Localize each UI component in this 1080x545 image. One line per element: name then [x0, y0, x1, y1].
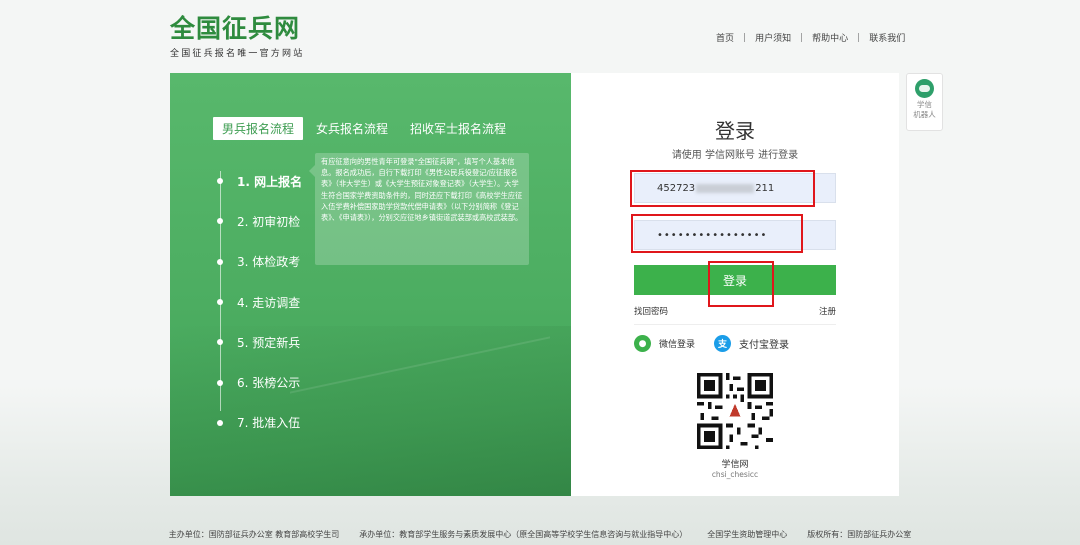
robot-label-line2: 机器人: [913, 110, 936, 119]
step-label: 5. 预定新兵: [237, 335, 301, 350]
qr-code[interactable]: [697, 373, 773, 449]
top-nav: 首页 | 用户须知 | 帮助中心 | 联系我们: [716, 31, 905, 45]
robot-icon: [915, 79, 934, 98]
step-label: 2. 初审初检: [237, 214, 301, 229]
footer-copyright: 版权所有：国防部征兵办公室: [807, 530, 912, 539]
forgot-password-link[interactable]: 找回密码: [634, 305, 668, 317]
wechat-login-label: 微信登录: [659, 340, 696, 350]
process-tabs: 男兵报名流程 女兵报名流程 招收军士报名流程: [213, 117, 519, 140]
step-dot: [217, 379, 223, 386]
step-reserve-recruit[interactable]: 5. 预定新兵: [217, 322, 302, 362]
login-title: 登录: [715, 119, 755, 143]
nav-separator: |: [857, 32, 861, 43]
step-label: 7. 批准入伍: [237, 416, 301, 431]
tab-male-process[interactable]: 男兵报名流程: [213, 117, 304, 140]
login-subtitle: 请使用 学信网账号 进行登录: [671, 150, 799, 161]
wechat-login-button[interactable]: ● 微信登录: [634, 335, 695, 352]
footer-aid-center: 全国学生资助管理中心: [707, 530, 788, 539]
nav-separator: |: [743, 32, 747, 43]
nav-home[interactable]: 首页: [716, 31, 734, 44]
step-label: 4. 走访调查: [237, 295, 301, 310]
logo-title: 全国征兵网: [170, 14, 301, 43]
nav-user-notice[interactable]: 用户须知: [755, 31, 791, 44]
process-panel: 男兵报名流程 女兵报名流程 招收军士报名流程 1. 网上报名 2. 初审初检 3…: [170, 73, 571, 496]
tab-nco-process[interactable]: 招收军士报名流程: [401, 117, 515, 140]
step-dot: [217, 178, 223, 185]
step-dot: [217, 419, 223, 426]
step-dot: [217, 218, 223, 225]
alipay-login-button[interactable]: 支 支付宝登录: [714, 335, 789, 352]
step-dot: [217, 339, 223, 346]
highlight-password: [631, 214, 803, 253]
chat-robot-button[interactable]: 学信 机器人: [906, 73, 943, 131]
step-label: 3. 体检政考: [237, 255, 301, 270]
login-links: 找回密码 注册: [634, 305, 836, 317]
main-panel: 男兵报名流程 女兵报名流程 招收军士报名流程 1. 网上报名 2. 初审初检 3…: [170, 73, 899, 496]
logo-subtitle: 全国征兵报名唯一官方网站: [170, 49, 305, 59]
robot-label-line1: 学信: [917, 100, 932, 109]
register-link[interactable]: 注册: [819, 305, 836, 317]
login-panel: 登录 请使用 学信网账号 进行登录 452723 211 •••••••••••…: [571, 73, 899, 496]
footer-sponsor: 主办单位：国防部征兵办公室 教育部高校学生司: [168, 530, 340, 539]
footer-organizer: 承办单位：教育部学生服务与素质发展中心（原全国高等学校学生信息咨询与就业指导中心…: [359, 530, 688, 539]
alipay-icon: 支: [714, 335, 731, 352]
site-logo[interactable]: 全国征兵网 全国征兵报名唯一官方网站: [170, 14, 304, 59]
step-label: 6. 张榜公示: [237, 376, 301, 391]
alipay-login-label: 支付宝登录: [739, 340, 789, 351]
step-enlistment-approval[interactable]: 7. 批准入伍: [217, 403, 302, 443]
nav-contact-us[interactable]: 联系我们: [869, 31, 905, 44]
highlight-login-button: [708, 261, 774, 307]
qr-label: 学信网: [721, 460, 749, 470]
qr-subtitle: chsi_chesicc: [711, 470, 759, 479]
step-physical-exam[interactable]: 3. 体检政考: [217, 242, 302, 282]
divider: [634, 324, 836, 325]
step-public-notice[interactable]: 6. 张榜公示: [217, 362, 302, 402]
step-label: 1. 网上报名: [237, 174, 303, 189]
step-dot: [217, 258, 223, 265]
highlight-username: [630, 170, 815, 207]
step-dot: [217, 299, 223, 306]
step-home-visit[interactable]: 4. 走访调查: [217, 282, 302, 322]
step-tooltip: 有应征意向的男性青年可登录"全国征兵网"，填写个人基本信息。报名成功后，自行下载…: [309, 153, 529, 265]
step-initial-review[interactable]: 2. 初审初检: [217, 201, 302, 241]
wechat-icon: ●: [634, 335, 651, 352]
nav-help-center[interactable]: 帮助中心: [812, 31, 848, 44]
nav-separator: |: [800, 32, 804, 43]
footer: 主办单位：国防部征兵办公室 教育部高校学生司 承办单位：教育部学生服务与素质发展…: [0, 529, 1080, 540]
step-online-registration[interactable]: 1. 网上报名: [217, 161, 302, 201]
process-steps: 1. 网上报名 2. 初审初检 3. 体检政考 4. 走访调查 5. 预定新兵 …: [217, 161, 302, 443]
tab-female-process[interactable]: 女兵报名流程: [307, 117, 397, 140]
